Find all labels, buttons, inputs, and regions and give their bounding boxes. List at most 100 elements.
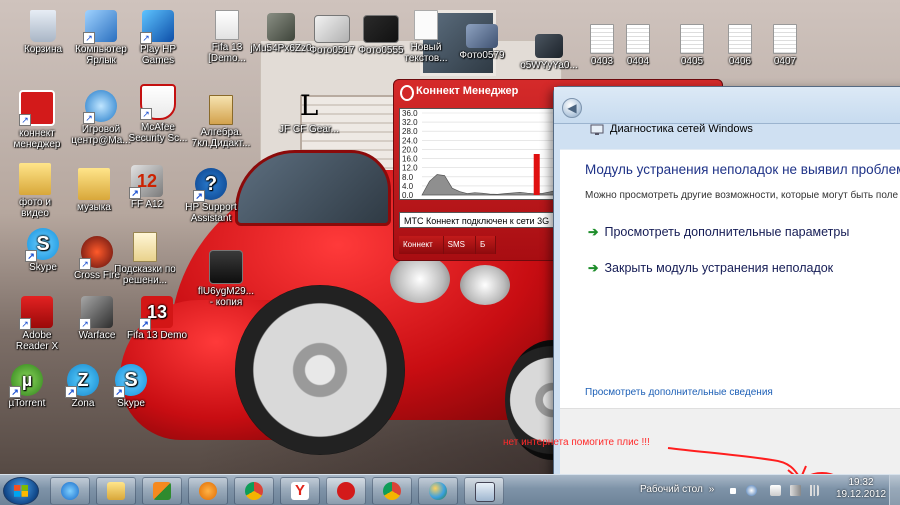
warface-icon	[79, 296, 113, 330]
document-thumbnail-icon	[728, 24, 752, 54]
connect-manager-icon	[337, 482, 355, 500]
taskbar-media-player[interactable]	[188, 477, 228, 505]
document-thumbnail-icon	[626, 24, 650, 54]
volume-icon[interactable]	[790, 485, 801, 496]
document-thumbnail-icon	[773, 24, 797, 54]
desktop-icon[interactable]: 13 Fifa 13 Demo	[126, 296, 188, 341]
yandex-icon: Y	[291, 482, 309, 500]
graph-y-tick: 0.0	[402, 191, 414, 199]
taskbar-chrome[interactable]	[234, 477, 274, 505]
office-icon	[153, 482, 171, 500]
desktop-icon[interactable]: Алгебра. 7кл.Дидакт...	[190, 95, 252, 149]
diagnostics-content: Модуль устранения неполадок не выявил пр…	[560, 149, 900, 476]
desktop-icon[interactable]: S Skype	[12, 228, 74, 273]
taskbar-paint[interactable]	[418, 477, 458, 505]
tray-overflow-icon[interactable]	[730, 488, 736, 494]
network-signal-icon[interactable]	[808, 485, 819, 496]
desktop-icon[interactable]: L JF CF Gear...	[278, 89, 340, 136]
taskbar-network-diagnostics[interactable]	[464, 477, 504, 505]
network-diagnostics-window[interactable]: ◀ Диагностика сетей Windows Модуль устра…	[553, 86, 900, 478]
view-more-options-button[interactable]: ➔ Просмотреть дополнительные параметры	[588, 224, 849, 239]
desktop-icon[interactable]: 0404	[607, 24, 669, 67]
toolbar-chevron-icon: »	[708, 484, 715, 495]
tray-clock[interactable]: 19:32 19.12.2012	[836, 477, 886, 501]
tab-connect[interactable]: Коннект	[399, 236, 444, 254]
show-desktop-button[interactable]	[889, 475, 900, 505]
view-detailed-info-link[interactable]: Просмотреть дополнительные сведения	[585, 387, 773, 398]
desktop-icon[interactable]: Корзина	[12, 10, 74, 55]
desktop-icon[interactable]: flU6ygM29... - копия	[195, 250, 257, 308]
game-center-icon	[83, 90, 117, 124]
hp-support-icon: ?	[193, 168, 227, 202]
media-player-icon	[199, 482, 217, 500]
tray-app-icon[interactable]	[746, 485, 757, 496]
skype-icon: S	[113, 364, 147, 398]
graph-y-tick: 20.0	[402, 145, 418, 154]
green-arrow-icon: ➔	[588, 261, 599, 275]
desktop-icon[interactable]: Play HP Games	[127, 10, 189, 66]
taskbar-chrome-2[interactable]	[372, 477, 412, 505]
tab-balance[interactable]: Б	[476, 236, 497, 254]
back-arrow-icon: ◀	[567, 101, 577, 115]
graph-y-tick: 16.0	[402, 155, 418, 164]
taskbar-internet-explorer[interactable]	[50, 477, 90, 505]
start-button[interactable]	[3, 477, 39, 505]
photo-thumbnail-icon	[466, 24, 498, 48]
taskbar-explorer[interactable]	[96, 477, 136, 505]
desktop-toolbar[interactable]: Рабочий стол»	[640, 484, 714, 495]
graph-y-tick: 24.0	[402, 136, 418, 145]
mts-egg-icon	[400, 85, 414, 101]
photo-thumbnail-icon	[535, 34, 563, 58]
taskbar-yandex[interactable]: Y	[280, 477, 320, 505]
desktop-icon[interactable]: S Skype	[100, 364, 162, 409]
photo-thumbnail-icon	[314, 15, 350, 43]
desktop-icon[interactable]: 12 FF A12	[116, 165, 178, 210]
desktop-icon[interactable]: Fifa 13 [Demo...	[196, 10, 258, 64]
desktop-icon[interactable]: коннект менеджер	[6, 90, 68, 150]
desktop-icon[interactable]: µ µTorrent	[0, 364, 58, 409]
taskbar-connect-manager[interactable]	[326, 477, 366, 505]
clock-date: 19.12.2012	[836, 489, 887, 500]
graph-y-tick: 12.0	[402, 164, 418, 173]
car-headlight	[390, 255, 450, 303]
adobe-reader-icon	[19, 296, 53, 330]
play-hp-games-icon	[140, 10, 174, 44]
clock-time: 19:32	[848, 477, 874, 488]
folder-icon	[19, 163, 51, 195]
taskbar-office[interactable]	[142, 477, 182, 505]
desktop-icon[interactable]: McAfee Security Sc...	[127, 84, 189, 144]
l-logo-icon: L	[299, 89, 319, 122]
mcafee-icon	[140, 84, 176, 120]
fifa13-demo-red-icon: 13	[139, 296, 173, 330]
chrome-icon	[245, 482, 263, 500]
taskbar: Y Рабочий стол» 19:32 19.12.2012	[0, 474, 900, 505]
paint-icon	[429, 482, 447, 500]
car-wheel	[235, 285, 405, 455]
desktop-icon[interactable]: 0407	[754, 24, 816, 67]
back-button[interactable]: ◀	[562, 98, 582, 118]
desktop-icon[interactable]: Новый текстов...	[395, 10, 457, 64]
photo-thumbnail-icon	[363, 15, 399, 43]
graph-y-tick: 8.0	[402, 173, 414, 182]
result-subtext: Можно просмотреть другие возможности, ко…	[585, 190, 899, 201]
desktop-icon[interactable]: Игровой центр@Ma...	[70, 90, 132, 146]
computer-shortcut-icon	[83, 10, 117, 44]
monitor-icon	[475, 482, 495, 502]
ff12-icon: 12	[129, 165, 163, 199]
desktop-icon[interactable]: ? HP Support Assistant	[180, 168, 242, 224]
desktop-icon[interactable]: Фото0579	[451, 24, 513, 61]
tray-flag-icon[interactable]	[770, 485, 781, 496]
window-title: Диагностика сетей Windows	[610, 123, 753, 135]
desktop-icon[interactable]: Подсказки по решени...	[114, 232, 176, 286]
zona-icon: Z	[65, 364, 99, 398]
connect-manager-icon	[19, 90, 55, 126]
desktop-icon[interactable]: Adobe Reader X	[6, 296, 68, 352]
tab-sms[interactable]: SMS	[443, 236, 476, 254]
desktop-icon[interactable]: Warface	[66, 296, 128, 341]
graph-y-tick: 36.0	[402, 109, 418, 118]
algebra-book-icon	[209, 95, 233, 125]
close-troubleshooter-button[interactable]: ➔ Закрыть модуль устранения неполадок	[588, 260, 833, 275]
desktop-icon[interactable]: фото и видео	[4, 163, 66, 219]
text-file-icon	[414, 10, 438, 40]
desktop-icon[interactable]: Компьютер Ярлык	[70, 10, 132, 66]
